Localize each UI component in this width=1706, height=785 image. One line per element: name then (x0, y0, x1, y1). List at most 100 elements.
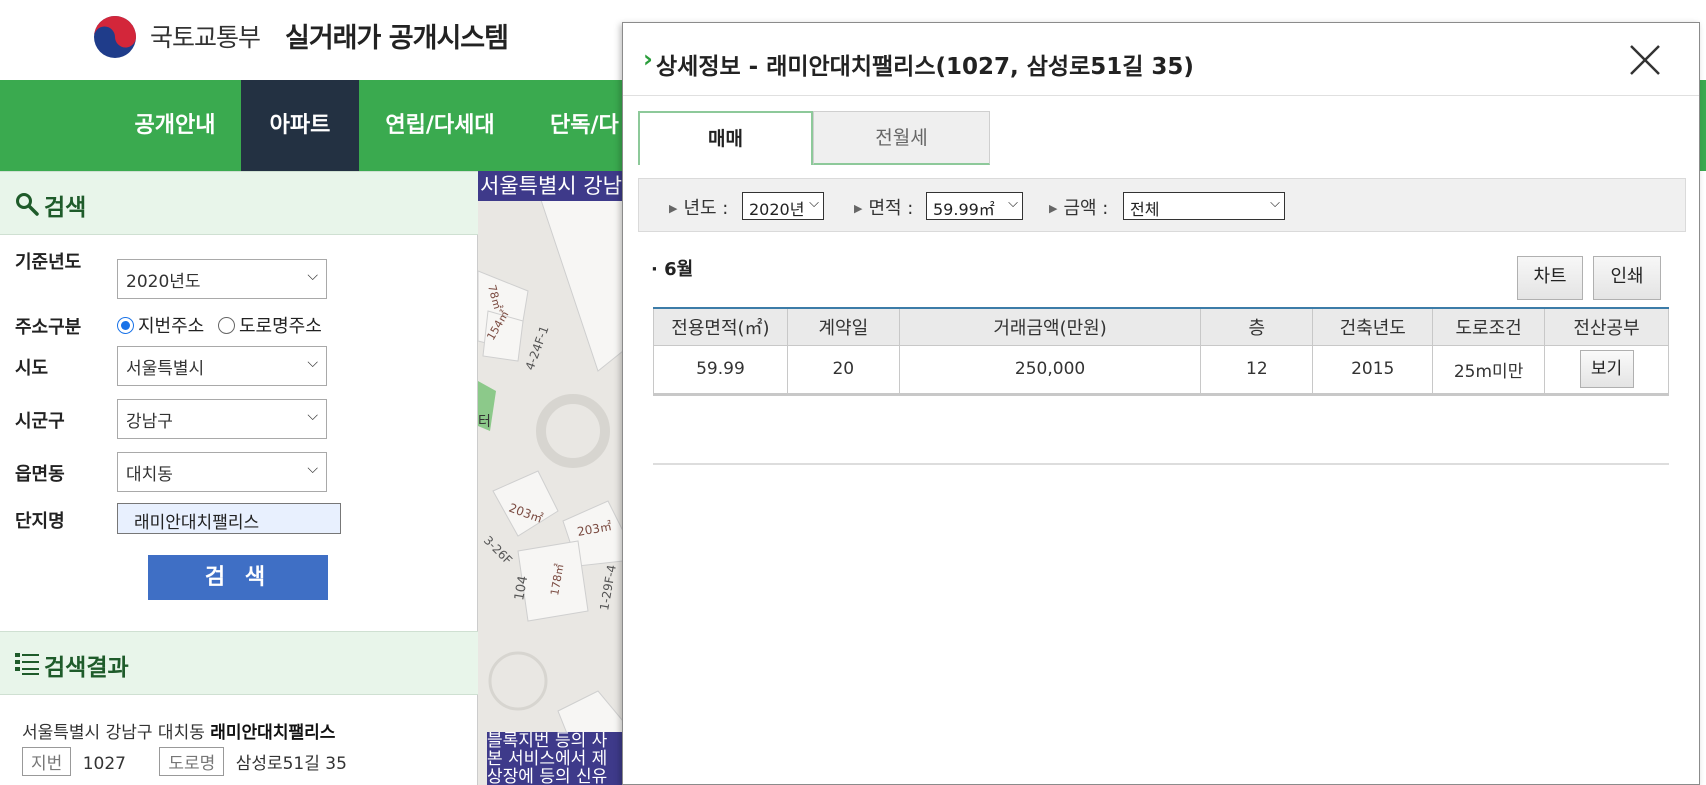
deal-table: 전용면적(㎡) 계약일 거래금액(만원) 층 건축년도 도로조건 전산공부 59… (653, 307, 1669, 396)
sigungu-select-value: 강남구 (126, 412, 173, 432)
search-sidebar: 검색 기준년도 2020년도 ⌵ 주소구분 지번주소 도로명주소 시도 서울특별… (0, 171, 478, 785)
tab-sale[interactable]: 매매 (638, 111, 813, 165)
year-select[interactable]: 2020년도 ⌵ (117, 259, 327, 299)
nav-item-villa[interactable]: 연립/다세대 (370, 80, 510, 171)
system-title[interactable]: 실거래가 공개시스템 (285, 16, 509, 55)
col-header-floor: 층 (1200, 307, 1314, 346)
cell-record: 보기 (1544, 344, 1669, 396)
price-filter-select[interactable]: 전체 ⌵ (1123, 192, 1285, 220)
map-view[interactable]: 78㎡ 154㎡ 4-24F-1 203㎡ 203㎡ 3-26F 104 178… (478, 171, 623, 785)
nav-item-apartment[interactable]: 아파트 (241, 80, 359, 171)
cell-built: 2015 (1312, 344, 1434, 396)
radio-road-label[interactable]: 도로명주소 (239, 316, 322, 337)
road-value: 삼성로51길 35 (235, 754, 347, 774)
price-filter-label: ▶ 금액 : (1049, 198, 1109, 219)
search-panel-title: 검색 (44, 195, 87, 221)
jibun-value: 1027 (82, 754, 126, 774)
col-header-day: 계약일 (786, 307, 900, 346)
map-notice-line: 상장에 등의 신유 (487, 767, 608, 785)
dong-select[interactable]: 대치동 ⌵ (117, 452, 327, 492)
year-filter-select[interactable]: 2020년 ⌵ (742, 192, 824, 220)
sido-select-value: 서울특별시 (126, 359, 205, 379)
table-row: 59.99 20 250,000 12 2015 25m미만 보기 (653, 344, 1669, 396)
modal-header: › 상세정보 - 래미안대치팰리스(1027, 삼성로51길 35) (623, 23, 1699, 96)
result-meta: 지번 1027 도로명 삼성로51길 35 (22, 747, 347, 776)
addr-type-radios: 지번주소 도로명주소 (117, 312, 322, 338)
view-record-button[interactable]: 보기 (1579, 350, 1634, 388)
area-filter-select[interactable]: 59.99㎡ ⌵ (926, 192, 1023, 220)
result-panel-header: 검색결과 (0, 631, 478, 695)
chart-button[interactable]: 차트 (1517, 256, 1583, 300)
sido-label: 시도 (15, 358, 49, 379)
jibun-tag: 지번 (22, 747, 72, 776)
detail-modal: › 상세정보 - 래미안대치팰리스(1027, 삼성로51길 35) 매매 전월… (622, 22, 1700, 785)
result-address-text: 서울특별시 강남구 대치동 (22, 723, 205, 743)
radio-road[interactable] (217, 317, 235, 334)
dong-label: 읍면동 (15, 464, 65, 485)
triangle-right-icon: ▶ (669, 202, 678, 215)
chevron-down-icon: ⌵ (307, 268, 318, 284)
chevron-down-icon: ⌵ (809, 196, 819, 211)
chevron-right-icon: › (643, 45, 653, 73)
addr-type-label: 주소구분 (15, 317, 82, 338)
year-select-value: 2020년도 (126, 272, 201, 292)
radio-jibun-label[interactable]: 지번주소 (138, 316, 204, 337)
ministry-name: 국토교통부 (150, 23, 261, 52)
cell-road: 25m미만 (1432, 344, 1546, 396)
cell-area: 59.99 (653, 344, 788, 396)
taegeuk-logo-icon[interactable] (92, 14, 138, 60)
year-filter-value: 2020년 (749, 200, 805, 219)
chevron-down-icon: ⌵ (307, 408, 318, 424)
dong-select-value: 대치동 (126, 465, 173, 485)
road-tag: 도로명 (159, 747, 225, 776)
list-icon (15, 653, 39, 675)
print-button[interactable]: 인쇄 (1593, 256, 1661, 300)
col-header-record: 전산공부 (1544, 307, 1669, 346)
year-label: 기준년도 (15, 252, 82, 273)
nav-item-public-info[interactable]: 공개안내 (110, 80, 240, 171)
nav-item-detached[interactable]: 단독/다가구 (550, 80, 630, 171)
map-notice: 블록지번 등의 사 본 서비스에서 제 상장에 등의 신유 (487, 732, 623, 785)
map-notice-line: 블록지번 등의 사 (487, 732, 608, 751)
col-header-built: 건축년도 (1312, 307, 1434, 346)
chevron-down-icon: ⌵ (307, 355, 318, 371)
area-filter-label: ▶ 면적 : (854, 198, 914, 219)
table-header-row: 전용면적(㎡) 계약일 거래금액(만원) 층 건축년도 도로조건 전산공부 (653, 307, 1669, 346)
modal-title: 상세정보 - 래미안대치팰리스(1027, 삼성로51길 35) (656, 54, 1194, 80)
cell-floor: 12 (1200, 344, 1314, 396)
search-panel-header: 검색 (0, 171, 478, 235)
complex-label: 단지명 (15, 511, 65, 532)
search-button[interactable]: 검 색 (148, 555, 328, 600)
cell-price: 250,000 (898, 344, 1202, 396)
col-header-area: 전용면적(㎡) (653, 307, 788, 346)
map-tiles: 78㎡ 154㎡ 4-24F-1 203㎡ 203㎡ 3-26F 104 178… (478, 171, 623, 785)
chevron-down-icon: ⌵ (307, 461, 318, 477)
result-panel-title: 검색결과 (44, 655, 129, 681)
triangle-right-icon: ▶ (1049, 202, 1058, 215)
year-filter-label: ▶ 년도 : (669, 198, 729, 219)
result-address[interactable]: 서울특별시 강남구 대치동 래미안대치팰리스 (22, 718, 335, 743)
col-header-road: 도로조건 (1432, 307, 1546, 346)
sigungu-select[interactable]: 강남구 ⌵ (117, 399, 327, 439)
col-header-price: 거래금액(만원) (898, 307, 1202, 346)
complex-name-input[interactable]: 래미안대치팰리스 (117, 503, 341, 534)
price-filter-value: 전체 (1130, 200, 1160, 219)
area-filter-value: 59.99㎡ (933, 200, 995, 219)
chevron-down-icon: ⌵ (1270, 196, 1280, 211)
sigungu-label: 시군구 (15, 411, 65, 432)
result-complex-name[interactable]: 래미안대치팰리스 (210, 723, 335, 743)
sido-select[interactable]: 서울특별시 ⌵ (117, 346, 327, 386)
search-icon (16, 193, 39, 216)
tab-rent[interactable]: 전월세 (813, 111, 990, 165)
close-icon[interactable] (1628, 43, 1662, 77)
month-heading: · 6월 (651, 259, 694, 280)
map-region-banner: 서울특별시 강남구 대치동 (478, 171, 623, 201)
filter-bar: ▶ 년도 : 2020년 ⌵ ▶ 면적 : 59.99㎡ ⌵ ▶ 금액 : 전체 ⌵ (638, 178, 1686, 232)
svg-text:터: 터 (478, 414, 491, 430)
triangle-right-icon: ▶ (854, 202, 863, 215)
cell-day: 20 (786, 344, 900, 396)
chevron-down-icon: ⌵ (1008, 196, 1018, 211)
divider (653, 463, 1669, 465)
map-notice-line: 본 서비스에서 제 (487, 749, 608, 769)
radio-jibun[interactable] (117, 317, 134, 334)
